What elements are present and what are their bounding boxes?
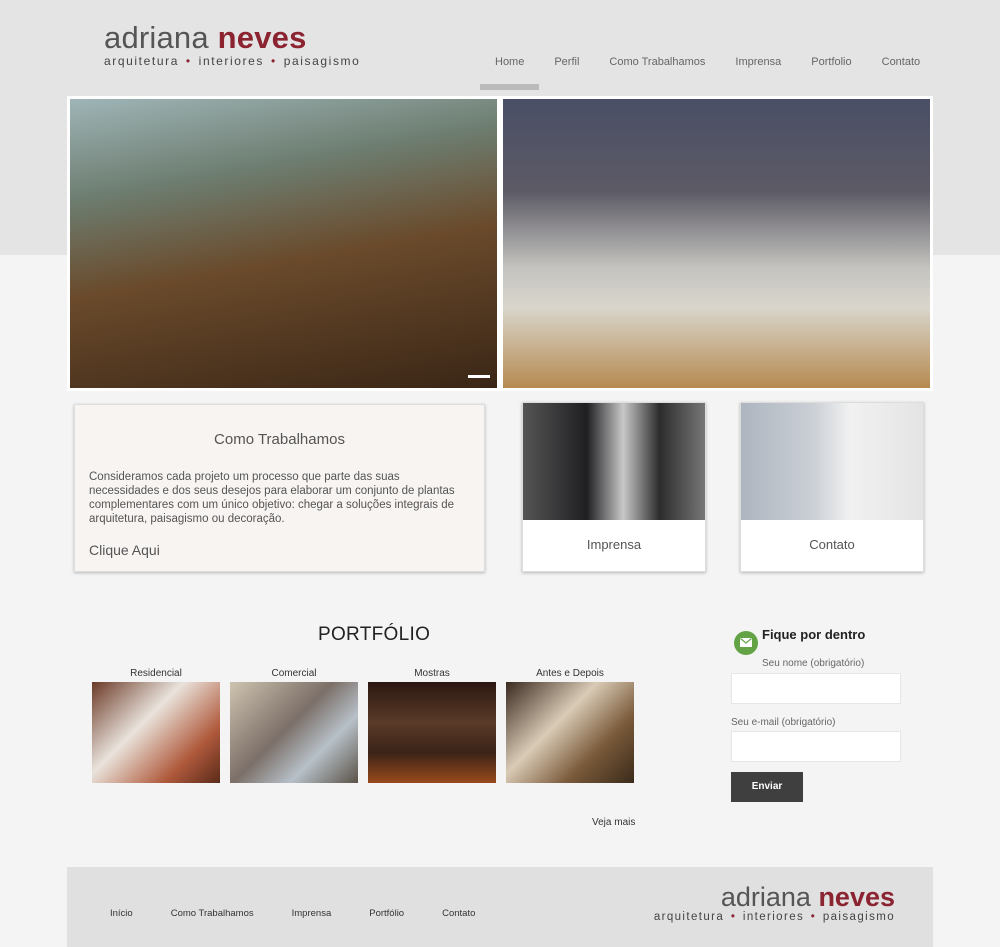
clique-aqui-link[interactable]: Clique Aqui (89, 542, 470, 558)
logo-tagline: arquitetura • interiores • paisagismo (104, 54, 360, 68)
como-trabalhamos-card: Como Trabalhamos Consideramos cada proje… (74, 404, 485, 572)
portfolio-title: PORTFÓLIO (318, 624, 431, 645)
footer: Início Como Trabalhamos Imprensa Portfól… (67, 867, 933, 947)
logo-first-name: adriana (720, 882, 811, 912)
card-text: Consideramos cada projeto um processo qu… (89, 471, 455, 525)
footer-logo-tagline: arquitetura • interiores • paisagismo (654, 911, 895, 923)
portfolio-item-antes-e-depois[interactable]: Antes e Depois (506, 668, 634, 783)
slider-pager[interactable] (468, 375, 490, 378)
envelope-icon (734, 631, 758, 655)
slide-office-photo (503, 99, 930, 388)
tagline-part: interiores (198, 54, 265, 68)
nav-perfil[interactable]: Perfil (539, 56, 594, 90)
nav-portfolio[interactable]: Portfolio (796, 56, 866, 90)
nav-como-trabalhamos[interactable]: Como Trabalhamos (594, 56, 720, 90)
imprensa-card[interactable]: Imprensa (522, 402, 706, 572)
tagline-part: arquitetura (653, 911, 725, 923)
nav-home[interactable]: Home (480, 56, 540, 90)
tagline-dot: • (810, 911, 817, 923)
portfolio-caption: Antes e Depois (536, 668, 604, 679)
footer-logo-name: adriana neves (654, 883, 895, 911)
enviar-button[interactable]: Enviar (731, 772, 803, 802)
main-nav: Home Perfil Como Trabalhamos Imprensa Po… (480, 56, 935, 90)
tagline-dot: • (730, 911, 737, 923)
portfolio-grid: Residencial Comercial Mostras Antes e De… (92, 668, 634, 783)
veja-mais-link[interactable]: Veja mais (592, 817, 635, 828)
contato-photo (741, 403, 923, 520)
portfolio-photo[interactable] (368, 682, 496, 783)
portfolio-photo[interactable] (506, 682, 634, 783)
portfolio-item-comercial[interactable]: Comercial (230, 668, 358, 783)
portfolio-photo[interactable] (92, 682, 220, 783)
portfolio-item-mostras[interactable]: Mostras (368, 668, 496, 783)
contato-label: Contato (809, 537, 855, 552)
footer-nav-imprensa[interactable]: Imprensa (292, 908, 332, 919)
footer-nav-portfolio[interactable]: Portfólio (369, 908, 404, 919)
portfolio-caption: Residencial (130, 668, 182, 679)
tagline-dot: • (270, 54, 277, 68)
logo-first-name: adriana (104, 20, 209, 55)
email-input[interactable] (731, 731, 901, 762)
nav-contato[interactable]: Contato (867, 56, 936, 90)
portfolio-photo[interactable] (230, 682, 358, 783)
footer-nav: Início Como Trabalhamos Imprensa Portfól… (110, 908, 513, 919)
footer-logo[interactable]: adriana neves arquitetura • interiores •… (654, 883, 895, 923)
tagline-part: interiores (742, 911, 805, 923)
portfolio-caption: Comercial (271, 668, 317, 679)
footer-nav-inicio[interactable]: Início (110, 908, 133, 919)
card-title: Como Trabalhamos (214, 431, 345, 448)
portfolio-caption: Mostras (414, 668, 450, 679)
tagline-part: paisagismo (822, 911, 895, 923)
newsletter-title: Fique por dentro (762, 627, 866, 642)
hero-slider[interactable] (67, 96, 933, 391)
footer-nav-contato[interactable]: Contato (442, 908, 475, 919)
imprensa-photo (523, 403, 705, 520)
email-field-label: Seu e-mail (obrigatório) (731, 717, 836, 728)
portfolio-item-residencial[interactable]: Residencial (92, 668, 220, 783)
tagline-dot: • (185, 54, 192, 68)
nav-imprensa[interactable]: Imprensa (720, 56, 796, 90)
imprensa-label: Imprensa (586, 537, 642, 552)
logo-last-name: neves (818, 882, 895, 912)
contato-card[interactable]: Contato (740, 402, 924, 572)
name-input[interactable] (731, 673, 901, 704)
tagline-part: paisagismo (283, 54, 361, 68)
tagline-part: arquitetura (104, 54, 179, 68)
logo-name: adriana neves (104, 22, 360, 54)
site-logo[interactable]: adriana neves arquitetura • interiores •… (104, 22, 360, 69)
name-field-label: Seu nome (obrigatório) (762, 658, 865, 669)
logo-last-name: neves (217, 20, 307, 55)
slide-balcony-photo (70, 99, 497, 388)
envelope-glyph (740, 638, 752, 647)
footer-nav-como-trabalhamos[interactable]: Como Trabalhamos (171, 908, 254, 919)
